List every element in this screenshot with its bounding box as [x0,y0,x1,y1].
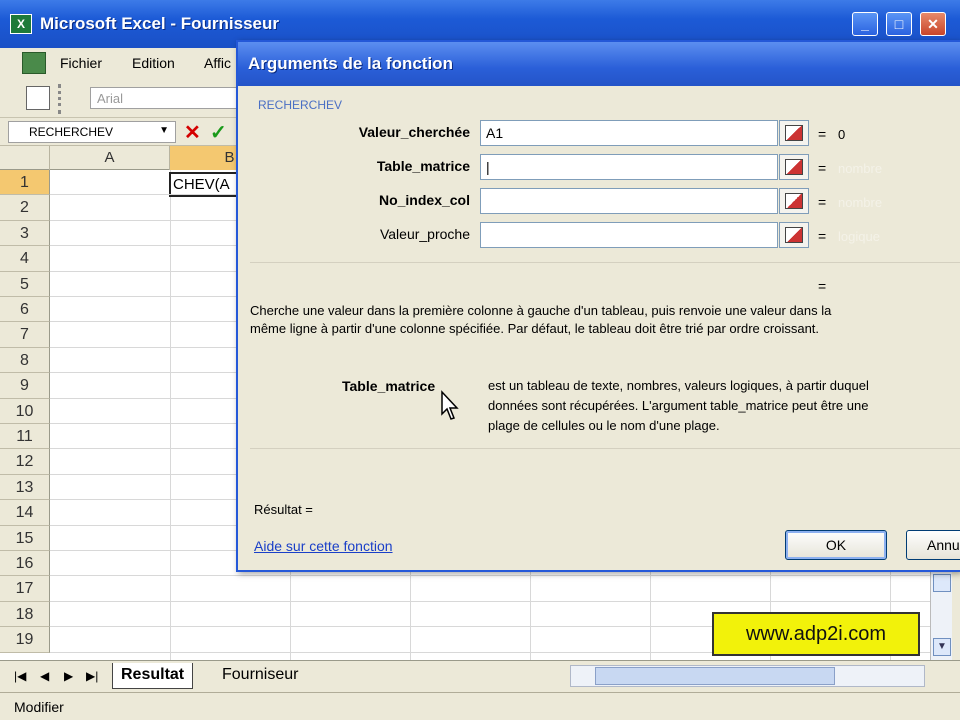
row-header[interactable]: 1 [0,170,50,196]
function-description-line: même ligne à partir d'une colonne spécif… [250,321,820,336]
arg-label-table-matrice: Table_matrice [376,158,470,174]
font-name-box[interactable]: Arial [90,87,240,109]
argument-description-line: plage de cellules ou le nom d'une plage. [488,418,720,433]
cancel-button[interactable]: Annuler [906,530,960,560]
function-description-line: Cherche une valeur dans la première colo… [250,303,832,318]
scroll-down-icon[interactable]: ▼ [933,638,951,656]
row-header[interactable]: 9 [0,373,50,399]
divider [250,262,960,263]
last-sheet-icon[interactable]: ▶| [86,669,98,683]
row-header[interactable]: 12 [0,449,50,475]
arg-result-valeur-cherchee: 0 [838,127,846,142]
arg-label-no-index-col: No_index_col [378,192,470,208]
collapse-dialog-button[interactable] [779,120,809,146]
dialog-title[interactable]: Arguments de la fonction [238,42,960,86]
arg-equals: = [818,228,827,244]
row-header[interactable]: 18 [0,601,50,628]
maximize-button[interactable]: □ [886,12,912,36]
first-sheet-icon[interactable]: |◀ [14,669,26,683]
arg-input-valeur-cherchee[interactable]: A1 [480,120,778,146]
arg-equals: = [818,160,827,176]
row-header[interactable]: 17 [0,576,50,602]
menu-edition[interactable]: Edition [132,55,175,71]
scroll-thumb[interactable] [933,574,951,592]
arg-equals: = [818,194,827,210]
excel-app-icon: X [10,14,32,34]
range-select-icon [785,193,803,209]
row-header[interactable]: 16 [0,551,50,577]
range-select-icon [785,227,803,243]
horizontal-scroll-thumb[interactable] [595,667,835,685]
column-header-a[interactable]: A [50,146,170,170]
prev-sheet-icon[interactable]: ◀ [40,669,49,683]
range-select-icon [785,159,803,175]
function-arguments-dialog: Arguments de la fonction RECHERCHEV Vale… [236,40,960,572]
horizontal-scrollbar[interactable] [570,665,925,687]
arg-input-no-index-col[interactable] [480,188,778,214]
row-header[interactable]: 8 [0,347,50,374]
toolbar-grip[interactable] [58,84,72,114]
current-argument-name: Table_matrice [342,378,436,394]
arg-label-valeur-proche: Valeur_proche [379,226,470,242]
help-link[interactable]: Aide sur cette fonction [254,538,393,554]
status-bar: Modifier [0,692,960,720]
sheet-tab-resultat[interactable]: Resultat [112,663,194,689]
status-mode: Modifier [14,699,64,715]
row-header[interactable]: 2 [0,195,50,221]
collapse-dialog-button[interactable] [779,154,809,180]
function-name: RECHERCHEV [258,98,343,112]
row-header[interactable]: 3 [0,220,50,247]
divider [250,448,960,449]
watermark-banner: www.adp2i.com [712,612,920,656]
row-header[interactable]: 10 [0,398,50,424]
window-title: Microsoft Excel - Fournisseur [40,14,279,33]
chevron-down-icon[interactable]: ▼ [159,125,169,136]
next-sheet-icon[interactable]: ▶ [64,669,73,683]
menu-fichier[interactable]: Fichier [60,55,102,71]
arg-result-no-index-col: nombre [838,195,883,210]
arg-result-table-matrice: nombre [838,161,883,176]
range-select-icon [785,125,803,141]
name-box-value: RECHERCHEV [29,125,114,139]
select-all-corner[interactable] [0,146,50,170]
arg-result-valeur-proche: logique [838,229,880,244]
arg-input-valeur-proche[interactable] [480,222,778,248]
menu-affichage[interactable]: Affic [204,55,231,71]
row-header[interactable]: 4 [0,246,50,272]
argument-description-line: est un tableau de texte, nombres, valeur… [488,378,869,393]
toolbar-icon[interactable] [26,86,50,110]
name-box[interactable]: RECHERCHEV ▼ [8,121,176,143]
arg-equals: = [818,126,827,142]
row-header[interactable]: 11 [0,424,50,450]
sheet-tab-fourniseur[interactable]: Fourniseur [214,663,306,689]
function-description: Cherche une valeur dans la première colo… [250,302,960,338]
row-header[interactable]: 15 [0,525,50,551]
gridline [170,170,171,660]
minimize-button[interactable]: _ [852,12,878,36]
cancel-entry-icon[interactable]: ✕ [184,120,201,145]
current-argument-description: est un tableau de texte, nombres, valeur… [488,376,960,436]
workbook-icon[interactable] [22,52,46,74]
sheet-tab-bar: |◀ ◀ ▶ ▶| Resultat Fourniseur [0,660,960,692]
gridline [50,600,930,602]
mouse-cursor-icon [441,390,459,420]
collapse-dialog-button[interactable] [779,188,809,214]
vertical-scrollbar[interactable]: ▼ [930,572,952,660]
arg-label-valeur-cherchee: Valeur_cherchée [358,124,470,140]
close-button[interactable]: ✕ [920,12,946,36]
formula-result-equals: = [818,278,827,294]
gridline [50,575,930,577]
confirm-entry-icon[interactable]: ✓ [210,120,227,145]
row-header[interactable]: 6 [0,297,50,323]
argument-description-line: données sont récupérées. L'argument tabl… [488,398,869,413]
row-header[interactable]: 19 [0,627,50,653]
ok-button[interactable]: OK [785,530,887,560]
result-label: Résultat = [254,502,313,517]
row-header[interactable]: 7 [0,322,50,348]
row-header[interactable]: 5 [0,271,50,297]
collapse-dialog-button[interactable] [779,222,809,248]
row-header[interactable]: 13 [0,474,50,501]
arg-input-table-matrice[interactable]: | [480,154,778,180]
row-header[interactable]: 14 [0,500,50,526]
